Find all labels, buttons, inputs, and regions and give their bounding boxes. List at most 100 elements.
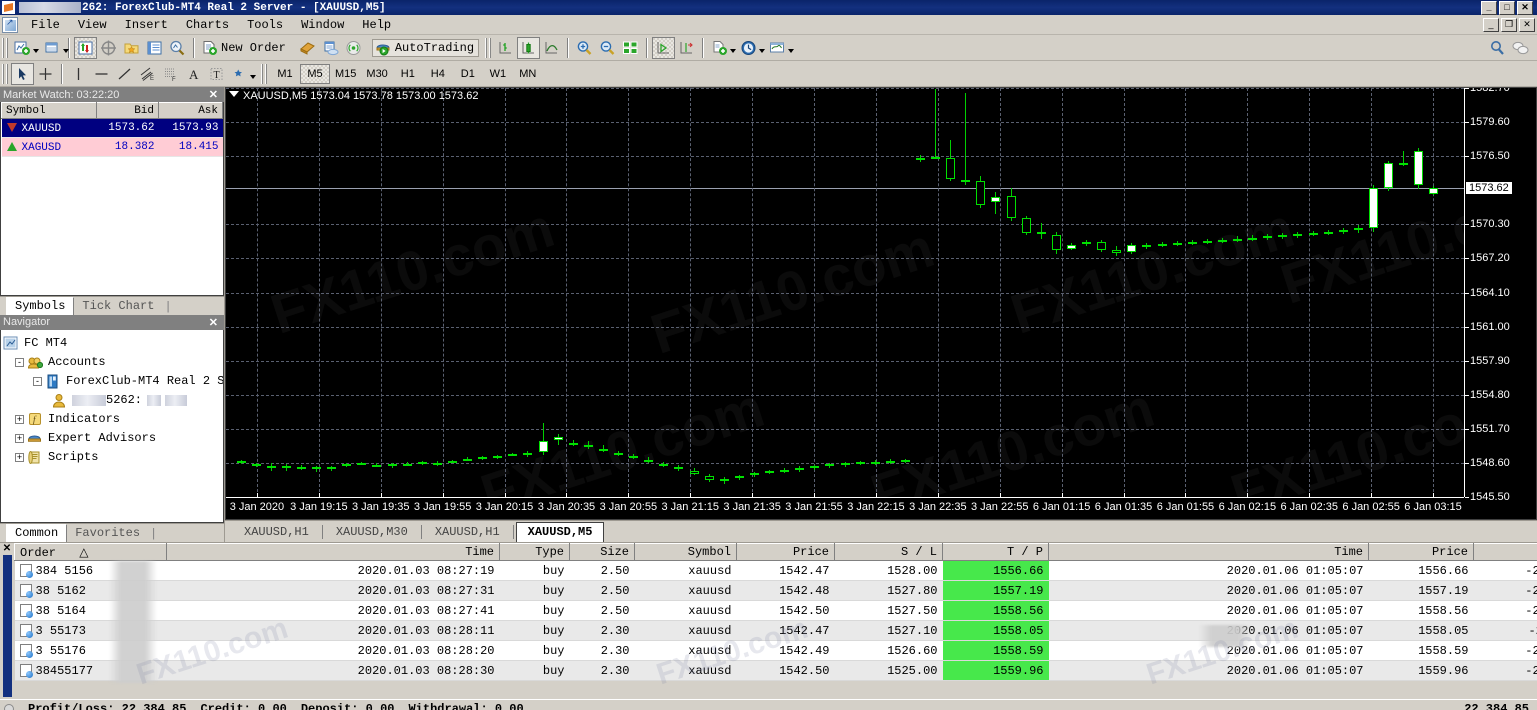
market-watch-row-xagusd[interactable]: XAGUSD 18.382 18.415 — [1, 137, 223, 157]
timeframes-grip[interactable] — [261, 63, 267, 84]
table-row[interactable]: 3 55176 2020.01.03 08:28:20 buy 2.30 xauusd 1… — [14, 640, 1537, 661]
templates-button[interactable] — [766, 37, 795, 59]
column-open-time[interactable]: Time — [166, 543, 500, 561]
menu-item-tools[interactable]: Tools — [238, 16, 292, 34]
profiles-dropdown-caret[interactable] — [63, 48, 69, 53]
expander-icon[interactable]: + — [15, 414, 24, 424]
menu-item-window[interactable]: Window — [292, 16, 353, 34]
equidistant-channel-button[interactable]: E — [136, 63, 159, 85]
mdi-close-button[interactable]: ✕ — [1519, 17, 1535, 32]
column-type[interactable]: Type — [499, 543, 570, 561]
terminal-vertical-tabstrip[interactable] — [2, 555, 12, 697]
mdi-window-controls[interactable]: _ ❐ ✕ — [1483, 17, 1537, 32]
price-axis[interactable]: 1582.70 1579.60 1576.50 1573.62 1570.30 1567.… — [1464, 88, 1536, 503]
new-chart-dropdown-caret[interactable] — [33, 48, 39, 53]
column-take-profit[interactable]: T / P — [942, 543, 1049, 561]
tree-node-root[interactable]: FC MT4 — [3, 334, 221, 353]
column-open-price[interactable]: Price — [736, 543, 835, 561]
tree-node-server[interactable]: - ForexClub-MT4 Real 2 Ser — [3, 372, 223, 391]
timeframe-w1[interactable]: W1 — [483, 64, 513, 84]
tab-favorites[interactable]: Favorites — [67, 525, 148, 542]
price-chart[interactable]: XAUUSD,M5 1573.04 1573.78 1573.00 1573.6… — [225, 87, 1537, 520]
timeframe-h1[interactable]: H1 — [393, 64, 423, 84]
timeframe-d1[interactable]: D1 — [453, 64, 483, 84]
window-controls[interactable]: _ □ ✕ — [1481, 0, 1535, 15]
vertical-line-button[interactable] — [67, 63, 90, 85]
close-button[interactable]: ✕ — [1517, 0, 1533, 15]
expander-icon[interactable]: + — [15, 452, 24, 462]
column-order[interactable]: Order △ — [14, 543, 167, 561]
horizontal-line-button[interactable] — [90, 63, 113, 85]
profiles-button[interactable] — [41, 37, 69, 59]
column-symbol[interactable]: Symbol — [634, 543, 737, 561]
column-stop-loss[interactable]: S / L — [834, 543, 943, 561]
signals-button[interactable] — [342, 37, 365, 59]
expander-icon[interactable]: + — [15, 433, 24, 443]
candlestick-chart-button[interactable] — [517, 36, 541, 59]
shapes-dropdown-caret[interactable] — [250, 74, 256, 79]
strategy-tester-button[interactable] — [166, 37, 189, 59]
timeframe-mn[interactable]: MN — [513, 64, 543, 84]
chart-tab-xauusd-m5[interactable]: XAUUSD,M5 — [515, 522, 605, 542]
timeframe-m30[interactable]: M30 — [361, 64, 392, 84]
toolbar-grip[interactable] — [2, 37, 8, 58]
terminal-button[interactable] — [143, 37, 166, 59]
tree-node-indicators[interactable]: + f Indicators — [3, 410, 221, 429]
new-chart-button[interactable] — [11, 37, 39, 59]
tree-node-scripts[interactable]: + Scripts — [3, 448, 221, 467]
fibonacci-button[interactable]: F — [159, 63, 182, 85]
chart-grid-button[interactable] — [619, 37, 642, 59]
expander-icon[interactable]: - — [15, 357, 24, 367]
market-watch-close-icon[interactable]: ✕ — [206, 88, 221, 101]
autotrading-button[interactable]: AutoTrading — [371, 38, 480, 57]
chart-menu-caret-icon[interactable] — [229, 91, 239, 97]
text-label-button[interactable]: T — [205, 63, 228, 85]
crosshair-tool-button[interactable] — [34, 63, 57, 85]
expert-advisors-button[interactable] — [319, 37, 342, 59]
market-watch-button[interactable] — [74, 36, 97, 59]
menu-item-view[interactable]: View — [69, 16, 116, 34]
zoom-out-button[interactable] — [596, 37, 619, 59]
chart-tab-xauusd-m30[interactable]: XAUUSD,M30 — [325, 523, 419, 542]
shapes-button[interactable] — [228, 63, 256, 85]
expander-icon[interactable]: - — [33, 376, 42, 386]
mdi-restore-button[interactable]: ❐ — [1501, 17, 1517, 32]
indicators-button[interactable] — [708, 37, 737, 59]
table-row[interactable]: 38 5164 2020.01.03 08:27:41 buy 2.50 xauusd 1… — [14, 600, 1537, 621]
tab-tick-chart[interactable]: Tick Chart — [74, 298, 162, 315]
tree-node-account[interactable]: 5262: — [3, 391, 221, 410]
zoom-in-button[interactable] — [573, 37, 596, 59]
line-chart-button[interactable] — [540, 37, 563, 59]
column-ask[interactable]: Ask — [158, 102, 223, 119]
chart-plot-area[interactable]: FX110.comFX110.comFX110.comFX110.comFX11… — [226, 88, 1464, 497]
column-close-price[interactable]: Price — [1368, 543, 1474, 561]
new-order-button[interactable]: New Order — [199, 40, 290, 56]
auto-scroll-button[interactable] — [652, 36, 676, 59]
templates-dropdown-caret[interactable] — [788, 48, 795, 53]
line-toolbar-grip[interactable] — [2, 63, 8, 84]
bar-chart-button[interactable] — [494, 37, 517, 59]
column-swap[interactable]: Swap — [1473, 543, 1537, 561]
tab-common[interactable]: Common — [6, 524, 68, 542]
menu-item-help[interactable]: Help — [353, 16, 400, 34]
navigator-button[interactable] — [120, 37, 143, 59]
timeframe-m5[interactable]: M5 — [300, 63, 330, 84]
chart-shift-button[interactable] — [675, 37, 698, 59]
minimize-button[interactable]: _ — [1481, 0, 1497, 15]
menu-item-insert[interactable]: Insert — [116, 16, 177, 34]
cursor-tool-button[interactable] — [11, 62, 34, 85]
time-axis[interactable]: 3 Jan 2020 3 Jan 19:15 3 Jan 19:35 3 Jan 19… — [226, 493, 1464, 519]
periods-button[interactable] — [737, 37, 766, 59]
search-icon[interactable] — [1489, 40, 1506, 56]
column-size[interactable]: Size — [569, 543, 635, 561]
column-close-time[interactable]: Time — [1048, 543, 1369, 561]
navigator-close-icon[interactable]: ✕ — [206, 316, 221, 329]
data-window-button[interactable] — [97, 37, 120, 59]
timeframe-m15[interactable]: M15 — [330, 64, 361, 84]
terminal-close-icon[interactable]: ✕ — [3, 543, 11, 555]
tree-node-expert-advisors[interactable]: + Expert Advisors — [3, 429, 221, 448]
text-tool-button[interactable]: A — [182, 63, 205, 85]
column-symbol[interactable]: Symbol — [1, 102, 97, 119]
chat-bubble-icon[interactable] — [1512, 40, 1529, 56]
periods-dropdown-caret[interactable] — [759, 48, 766, 53]
